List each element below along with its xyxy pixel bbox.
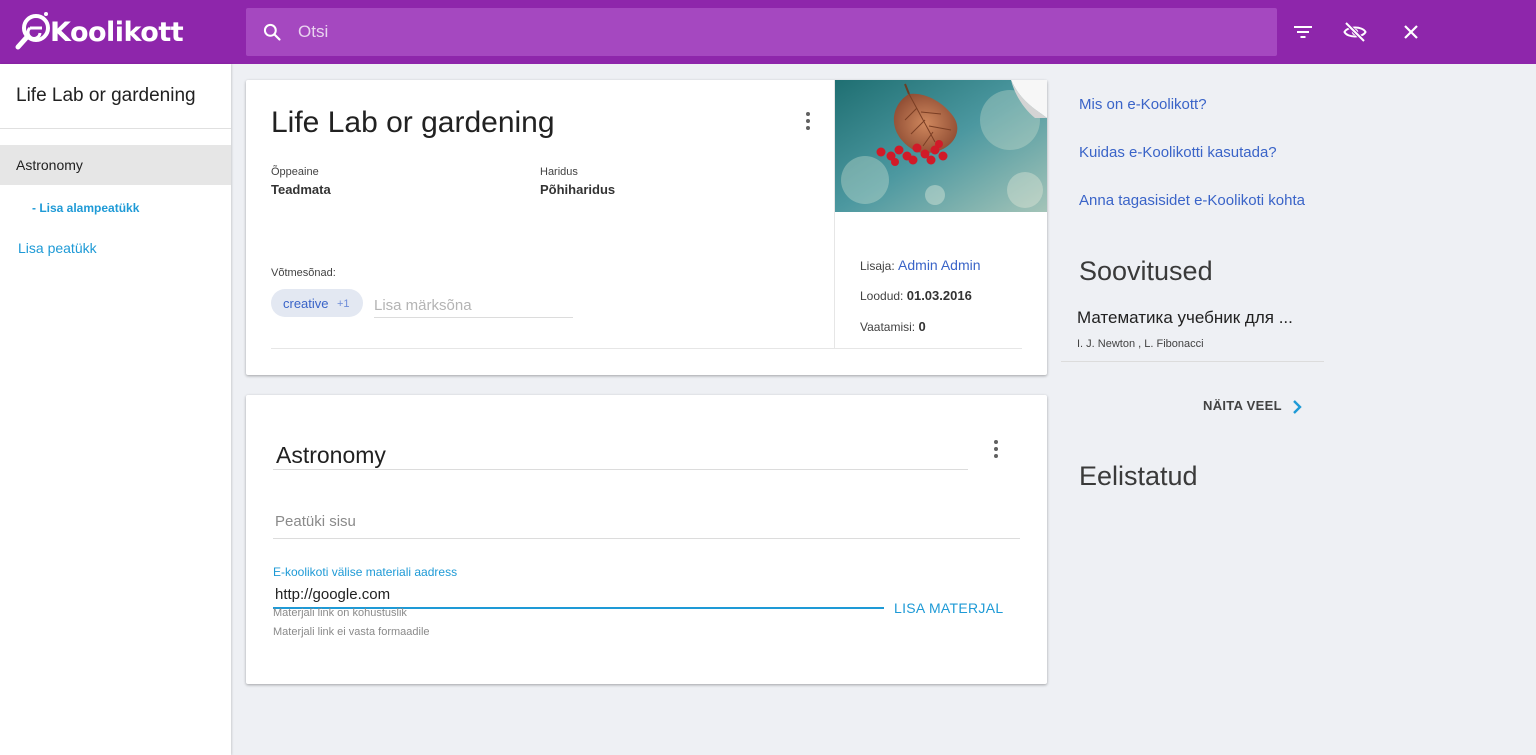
magnifier-e-logo-icon	[15, 12, 50, 50]
recommendation-title[interactable]: Математика учебник для ...	[1077, 308, 1293, 328]
chevron-right-icon[interactable]	[1291, 399, 1303, 415]
chapter-title-field[interactable]: Astronomy	[273, 442, 968, 470]
subject-label: Õppeaine	[271, 166, 319, 178]
search-bar	[246, 8, 1277, 56]
top-app-bar: Koolikott	[0, 0, 1536, 64]
subject-value: Teadmata	[271, 182, 331, 197]
chapter-card: Astronomy Peatüki sisu E-koolikoti välis…	[246, 395, 1047, 684]
author-info: Lisaja: Admin Admin	[860, 257, 981, 273]
views-info: Vaatamisi: 0	[860, 319, 926, 334]
feedback-link[interactable]: Anna tagasisidet e-Koolikoti kohta	[1079, 192, 1305, 209]
url-format-error: Materjali link ei vasta formaadile	[273, 626, 430, 638]
how-to-use-link[interactable]: Kuidas e-Koolikotti kasutada?	[1079, 144, 1277, 161]
sidebar-divider	[0, 128, 231, 129]
sidebar-item-label: Astronomy	[16, 157, 83, 173]
sidebar: Life Lab or gardening Astronomy - Lisa a…	[0, 64, 231, 755]
favorites-heading: Eelistatud	[1079, 461, 1198, 491]
more-vert-icon[interactable]	[804, 112, 812, 134]
created-info: Loodud: 01.03.2016	[860, 288, 972, 303]
portfolio-summary-card: Life Lab or gardening Õppeaine Teadmata …	[246, 80, 1047, 375]
search-input[interactable]	[298, 16, 1258, 48]
add-material-button[interactable]: LISA MATERJAL	[894, 600, 1003, 616]
views-label: Vaatamisi:	[860, 320, 916, 334]
divider	[271, 348, 1022, 349]
recommendation-authors: I. J. Newton , L. Fibonacci	[1077, 338, 1204, 350]
views-value: 0	[918, 319, 926, 334]
add-keyword-input[interactable]	[374, 293, 573, 318]
filter-icon[interactable]	[1291, 20, 1315, 44]
portfolio-title: Life Lab or gardening	[271, 106, 555, 139]
logo-text: Koolikott	[50, 16, 184, 48]
material-url-label: E-koolikoti välise materiali aadress	[273, 565, 458, 579]
sidebar-item-astronomy[interactable]: Astronomy	[0, 145, 231, 185]
portfolio-thumbnail[interactable]	[835, 80, 1047, 212]
keywords-label: Võtmesõnad:	[271, 267, 336, 279]
close-icon[interactable]	[1399, 20, 1423, 44]
divider	[1061, 361, 1324, 362]
what-is-link[interactable]: Mis on e-Koolikott?	[1079, 96, 1207, 113]
created-label: Loodud:	[860, 289, 904, 303]
show-more-button[interactable]: NÄITA VEEL	[1203, 398, 1282, 413]
chapter-content-field[interactable]: Peatüki sisu	[273, 513, 1020, 539]
search-icon[interactable]	[262, 22, 282, 42]
material-url-input[interactable]	[273, 582, 884, 609]
add-subchapter-link[interactable]: - Lisa alampeatükk	[32, 201, 139, 215]
keyword-more-count: +1	[337, 298, 350, 310]
url-required-error: Materjali link on kohustuslik	[273, 607, 407, 619]
recommendations-heading: Soovitused	[1079, 256, 1213, 286]
berries-leaf-image	[835, 80, 1047, 212]
education-label: Haridus	[540, 166, 578, 178]
keyword-chip-label: creative	[283, 296, 329, 311]
created-value: 01.03.2016	[906, 288, 972, 303]
add-chapter-link[interactable]: Lisa peatükk	[18, 240, 97, 256]
author-link[interactable]: Admin Admin	[898, 257, 980, 273]
education-value: Põhiharidus	[540, 182, 616, 197]
more-vert-icon[interactable]	[992, 440, 1000, 462]
logo[interactable]: Koolikott	[14, 10, 184, 54]
sidebar-title[interactable]: Life Lab or gardening	[16, 85, 196, 107]
keyword-chip[interactable]: creative +1	[271, 289, 363, 317]
author-label: Lisaja:	[860, 259, 895, 273]
visibility-off-icon[interactable]	[1343, 20, 1367, 44]
